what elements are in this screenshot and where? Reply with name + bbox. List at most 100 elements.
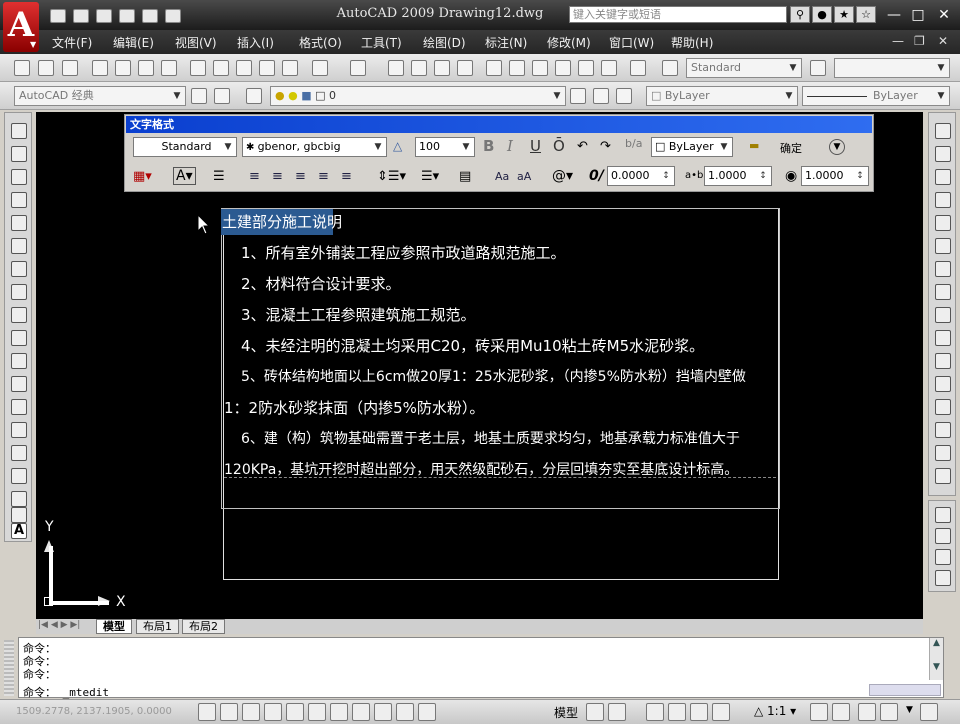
properties-palette-icon[interactable] [486,60,502,76]
spinner-icon[interactable]: ↕ [756,168,770,184]
coordinate-display[interactable]: 1509.2778, 2137.1905, 0.0000 [16,706,172,717]
redo-icon[interactable] [350,60,366,76]
save-icon[interactable] [62,60,78,76]
distribute-icon[interactable]: ≡ [341,169,352,184]
offset-icon[interactable] [935,192,951,208]
justify-icon[interactable]: ≡ [318,169,329,184]
3d-dwf-icon[interactable] [161,60,177,76]
zoom-realtime-icon[interactable] [411,60,427,76]
polar-tracking-icon[interactable] [264,703,282,721]
make-block-icon[interactable] [11,399,27,415]
zoom-window-icon[interactable] [434,60,450,76]
table-icon[interactable] [11,507,27,523]
annotation-scale[interactable]: △ 1:1 ▾ [754,704,796,718]
communication-icon[interactable]: ★ [834,6,854,23]
chevron-down-icon[interactable]: ▼ [906,705,913,715]
tab-layout2[interactable]: 布局2 [182,619,225,634]
send-to-back-icon[interactable] [935,528,951,544]
print-icon[interactable] [119,9,135,23]
object-snap-tracking-icon[interactable] [308,703,326,721]
linetype-select[interactable]: ByLayer ▼ [802,86,950,106]
search-icon[interactable]: ⚲ [790,6,810,23]
polygon-icon[interactable] [11,192,27,208]
redo-icon[interactable]: ↷ [600,139,611,154]
model-space-label[interactable]: 模型 [554,704,578,721]
options-icon[interactable]: ▼ [829,139,845,155]
line-spacing-icon[interactable]: ⇕☰▾ [377,169,406,184]
chevron-down-icon[interactable]: ▼ [930,662,943,672]
quick-properties-icon[interactable] [418,703,436,721]
dynamic-ucs-icon[interactable] [330,703,348,721]
show-motion-icon[interactable] [712,703,730,721]
rotate-icon[interactable] [935,261,951,277]
command-scrollbar[interactable]: ▲ ▼ [929,638,943,680]
polyline-icon[interactable] [11,169,27,185]
revision-cloud-icon[interactable] [11,284,27,300]
bold-button[interactable]: B [483,137,494,155]
symbol-button[interactable]: @▾ [552,168,573,184]
crosshair-icon[interactable] [396,703,414,721]
align-center-icon[interactable]: ≡ [272,169,283,184]
quick-view-layouts-icon[interactable] [586,703,604,721]
ok-button[interactable]: 确定 [780,140,802,156]
lowercase-button[interactable]: aA [517,170,531,183]
tracking-input[interactable]: 1.0000 ↕ [704,166,772,186]
command-grip[interactable] [4,640,14,696]
text-style-select[interactable]: Standard ▼ [133,137,237,157]
menu-help[interactable]: 帮助(H) [671,34,713,51]
menu-modify[interactable]: 修改(M) [547,34,591,51]
point-icon[interactable] [11,422,27,438]
doc-close-icon[interactable]: ✕ [938,34,948,48]
chevron-up-icon[interactable]: ▲ [930,638,943,648]
move-icon[interactable] [935,238,951,254]
favorites-icon[interactable]: ☆ [856,6,876,23]
insert-block-icon[interactable] [11,376,27,392]
hatch-icon[interactable] [11,445,27,461]
menu-edit[interactable]: 编辑(E) [113,34,154,51]
tab-model[interactable]: 模型 [96,619,132,634]
stretch-icon[interactable] [935,307,951,323]
ellipse-icon[interactable] [11,330,27,346]
new-file-icon[interactable] [50,9,66,23]
menu-window[interactable]: 窗口(W) [609,34,654,51]
break-icon[interactable] [935,399,951,415]
clean-screen-icon[interactable] [920,703,938,721]
text-format-title[interactable]: 文字格式 [126,116,872,133]
stack-icon[interactable]: b/a [625,137,642,150]
region-icon[interactable] [11,491,27,507]
paste-icon[interactable] [236,60,252,76]
copy-icon[interactable] [213,60,229,76]
uppercase-button[interactable]: Aa [495,170,509,183]
italic-button[interactable]: I [507,137,513,155]
workspace-select[interactable]: AutoCAD 经典 ▼ [14,86,186,106]
menu-view[interactable]: 视图(V) [175,34,217,51]
quick-view-drawings-icon[interactable] [608,703,626,721]
tab-navigation-icons[interactable]: |◀ ◀ ▶ ▶| [38,620,80,630]
qnew-icon[interactable] [14,60,30,76]
plot-icon[interactable] [92,60,108,76]
dimension-style-select[interactable]: ▼ [834,58,950,78]
bring-to-front-icon[interactable] [935,507,951,523]
design-center-icon[interactable] [509,60,525,76]
zoom-icon[interactable] [668,703,686,721]
layer-previous-icon[interactable] [593,88,609,104]
send-under-icon[interactable] [935,570,951,586]
insert-field-icon[interactable]: ▤ [459,169,471,184]
break-at-point-icon[interactable] [935,376,951,392]
text-style-icon[interactable] [662,60,678,76]
subscription-icon[interactable]: ● [812,6,832,23]
menu-format[interactable]: 格式(O) [299,34,342,51]
menu-insert[interactable]: 插入(I) [237,34,274,51]
lineweight-icon[interactable] [374,703,392,721]
snap-mode-icon[interactable] [198,703,216,721]
zoom-previous-icon[interactable] [457,60,473,76]
command-window[interactable]: 命令： 命令： 命令： 命令： _mtedit ▲ ▼ [18,637,944,699]
open-icon[interactable] [38,60,54,76]
trim-icon[interactable] [935,330,951,346]
steering-wheel-icon[interactable] [690,703,708,721]
tool-palettes-icon[interactable] [532,60,548,76]
align-right-icon[interactable]: ≡ [295,169,306,184]
text-color-select[interactable]: □ ByLayer ▼ [651,137,733,157]
close-icon[interactable]: ✕ [932,6,956,24]
erase-icon[interactable] [935,123,951,139]
